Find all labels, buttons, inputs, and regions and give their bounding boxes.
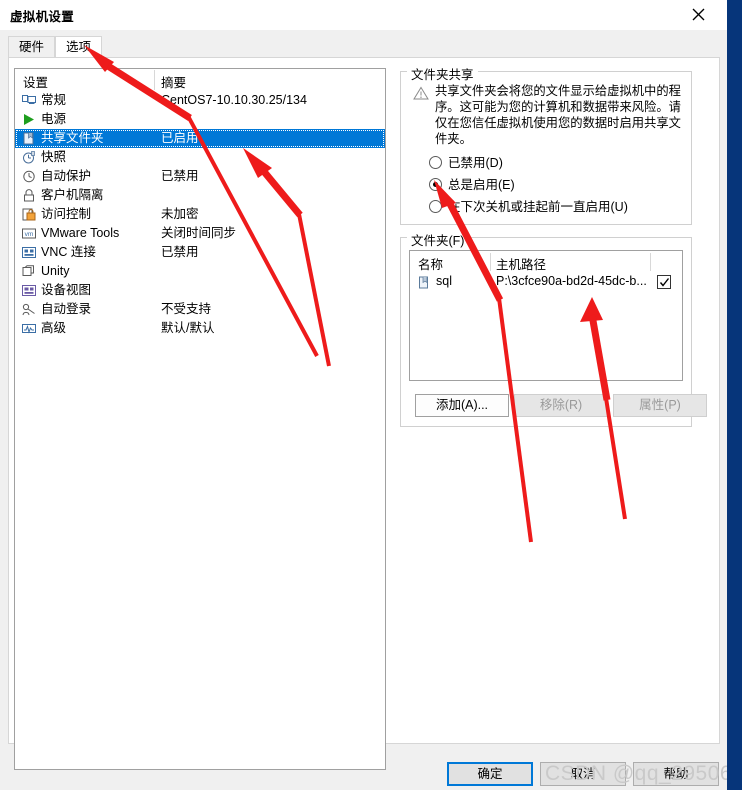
- settings-list-header: 设置 摘要: [15, 69, 385, 91]
- power-icon: [21, 112, 37, 127]
- folder-host-path: P:\3cfce90a-bd2d-45dc-b...: [496, 274, 647, 288]
- column-header-setting: 设置: [23, 76, 49, 90]
- radio-dot-icon: [429, 156, 442, 169]
- settings-list[interactable]: 设置 摘要 常规 CentOS7-10.10.30.25/134 电源 共享文件…: [14, 68, 386, 770]
- tab-hardware[interactable]: 硬件: [8, 36, 56, 58]
- close-icon: [692, 8, 705, 21]
- desktop-edge-strip: [727, 0, 742, 790]
- settings-row-label: 访问控制: [41, 207, 92, 221]
- ok-button[interactable]: 确定: [447, 762, 533, 786]
- settings-row-label: 自动保护: [41, 169, 92, 183]
- vnc-icon: [21, 245, 37, 260]
- settings-row-label: 共享文件夹: [41, 131, 104, 145]
- sharing-warning-text: 共享文件夹会将您的文件显示给虚拟机中的程序。这可能为您的计算机和数据带来风险。请…: [435, 84, 681, 146]
- folders-table-header: 名称 主机路径: [410, 251, 682, 273]
- settings-row-summary: CentOS7-10.10.30.25/134: [161, 93, 307, 107]
- title-bar: 虚拟机设置: [0, 0, 727, 30]
- unity-icon: [21, 264, 37, 279]
- warning-icon: [413, 86, 429, 102]
- radio-dot-icon: [429, 178, 442, 191]
- vmware-tools-icon: vm: [21, 226, 37, 241]
- settings-row-label: 设备视图: [41, 283, 92, 297]
- autoprotect-icon: [21, 169, 37, 184]
- settings-row-label: Unity: [41, 264, 70, 278]
- settings-row-label: 高级: [41, 321, 67, 335]
- vm-settings-dialog: 虚拟机设置 硬件 选项 设置 摘要 常规 CentOS7-10.10.30.25…: [0, 0, 742, 790]
- snapshot-icon: [21, 150, 37, 165]
- help-button[interactable]: 帮助: [633, 762, 719, 786]
- settings-row-device-view[interactable]: 设备视图: [15, 281, 385, 300]
- settings-row-label: 电源: [41, 112, 67, 126]
- settings-row-guest-isolation[interactable]: 客户机隔离: [15, 186, 385, 205]
- add-folder-button[interactable]: 添加(A)...: [415, 394, 509, 417]
- settings-row-summary: 默认/默认: [161, 321, 215, 335]
- settings-row-snapshot[interactable]: 快照: [15, 148, 385, 167]
- settings-row-label: VMware Tools: [41, 226, 120, 240]
- settings-row-summary: 关闭时间同步: [161, 226, 237, 240]
- shared-folder-icon: [418, 276, 431, 290]
- settings-row-autoprotect[interactable]: 自动保护 已禁用: [15, 167, 385, 186]
- folder-properties-button[interactable]: 属性(P): [613, 394, 707, 417]
- lock-icon: [21, 188, 37, 203]
- access-control-icon: [21, 207, 37, 222]
- cancel-button[interactable]: 取消: [540, 762, 626, 786]
- radio-dot-icon: [429, 200, 442, 213]
- settings-row-general[interactable]: 常规 CentOS7-10.10.30.25/134: [15, 91, 385, 110]
- folder-enabled-checkbox[interactable]: [657, 275, 671, 289]
- check-icon: [659, 278, 670, 287]
- settings-row-access-control[interactable]: 访问控制 未加密: [15, 205, 385, 224]
- settings-row-label: 客户机隔离: [41, 188, 104, 202]
- advanced-icon: [21, 321, 37, 336]
- svg-text:vm: vm: [25, 231, 34, 238]
- settings-row-summary: 未加密: [161, 207, 199, 221]
- column-header-summary: 摘要: [161, 76, 187, 90]
- column-divider[interactable]: [154, 70, 155, 90]
- settings-row-power[interactable]: 电源: [15, 110, 385, 129]
- device-view-icon: [21, 283, 37, 298]
- settings-row-summary: 已禁用: [161, 169, 199, 183]
- general-icon: [21, 93, 37, 108]
- folders-column-host-path: 主机路径: [496, 258, 547, 272]
- folders-table-row[interactable]: sql P:\3cfce90a-bd2d-45dc-b...: [410, 273, 682, 293]
- settings-row-autologin[interactable]: 自动登录 不受支持: [15, 300, 385, 319]
- settings-row-label: 自动登录: [41, 302, 92, 316]
- settings-row-unity[interactable]: Unity: [15, 262, 385, 281]
- settings-row-summary: 不受支持: [161, 302, 212, 316]
- folders-column-divider[interactable]: [650, 253, 651, 271]
- radio-disabled-label: 已禁用(D): [448, 156, 503, 170]
- settings-row-shared-folders[interactable]: 共享文件夹 已启用: [15, 129, 385, 148]
- settings-row-label: VNC 连接: [41, 245, 96, 259]
- settings-row-vmware-tools[interactable]: vm VMware Tools 关闭时间同步: [15, 224, 385, 243]
- folders-column-name: 名称: [418, 258, 444, 272]
- shared-folder-icon: [21, 131, 37, 146]
- folder-name: sql: [436, 274, 452, 288]
- tab-strip: 硬件 选项: [8, 36, 720, 60]
- folders-group-title: 文件夹(F): [407, 230, 469, 249]
- window-title: 虚拟机设置: [10, 10, 75, 24]
- settings-row-advanced[interactable]: 高级 默认/默认: [15, 319, 385, 338]
- radio-until-shutdown-label: 在下次关机或挂起前一直启用(U): [448, 200, 628, 214]
- radio-always-enabled-label: 总是启用(E): [448, 178, 515, 192]
- settings-list-rows: 常规 CentOS7-10.10.30.25/134 电源 共享文件夹 已启用 …: [15, 91, 385, 338]
- folders-column-divider[interactable]: [490, 253, 491, 271]
- settings-row-label: 快照: [41, 150, 67, 164]
- folders-table[interactable]: 名称 主机路径 sql P:\3cfce90a-bd2d-45dc-b...: [409, 250, 683, 381]
- settings-row-label: 常规: [41, 93, 67, 107]
- close-button[interactable]: [679, 0, 719, 28]
- folders-group: 文件夹(F) 名称 主机路径 sql P:\3cfce90a-bd2d-45dc…: [400, 230, 707, 427]
- settings-row-summary: 已启用: [161, 131, 199, 145]
- settings-row-vnc[interactable]: VNC 连接 已禁用: [15, 243, 385, 262]
- folder-sharing-group: 文件夹共享 共享文件夹会将您的文件显示给虚拟机中的程序。这可能为您的计算机和数据…: [400, 64, 692, 225]
- folder-sharing-group-title: 文件夹共享: [407, 64, 478, 83]
- autologin-icon: [21, 302, 37, 317]
- remove-folder-button[interactable]: 移除(R): [514, 394, 608, 417]
- settings-row-summary: 已禁用: [161, 245, 199, 259]
